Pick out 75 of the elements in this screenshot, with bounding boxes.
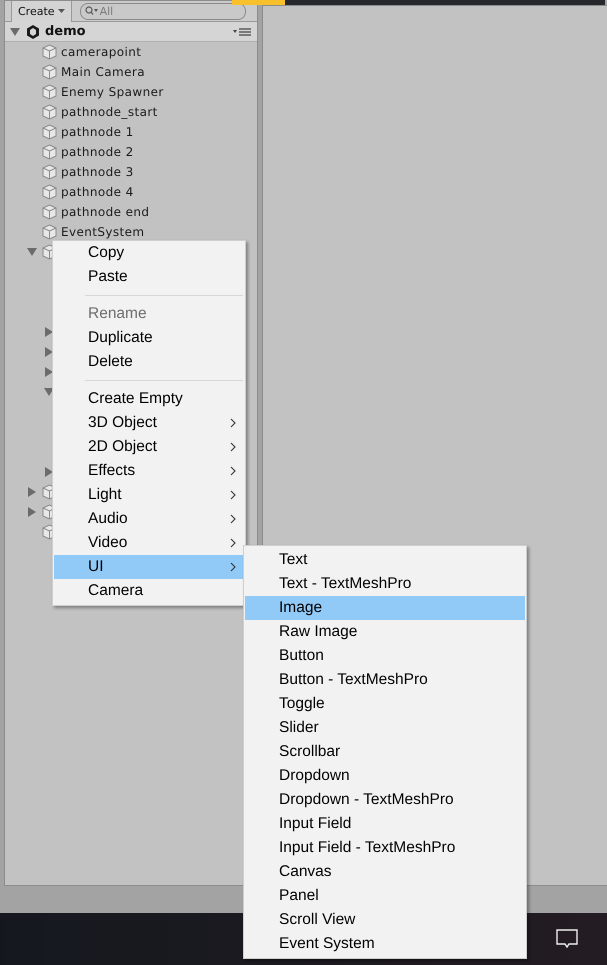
expanded-arrow-icon[interactable] [43, 386, 55, 398]
menu-item[interactable]: Slider [245, 716, 525, 740]
submenu-chevron-icon [230, 466, 236, 476]
menu-item[interactable]: Raw Image [245, 620, 525, 644]
cube-icon [42, 44, 57, 60]
menu-item[interactable]: Dropdown [245, 764, 525, 788]
menu-item[interactable]: Scroll View [245, 908, 525, 932]
menu-item[interactable]: Audio [54, 507, 244, 531]
submenu-chevron-icon [230, 562, 236, 572]
dropdown-caret-icon [58, 8, 65, 14]
cube-icon [42, 64, 57, 80]
submenu-chevron-icon [230, 514, 236, 524]
tree-item[interactable]: pathnode 2 [61, 145, 134, 159]
menu-item[interactable]: Image [245, 596, 525, 620]
tree-item[interactable]: EventSystem [61, 225, 145, 239]
scene-name: demo [45, 24, 86, 39]
collapsed-arrow-icon[interactable] [43, 366, 55, 378]
cube-icon [42, 204, 57, 220]
submenu-chevron-icon [230, 490, 236, 500]
cube-icon [42, 164, 57, 180]
menu-item[interactable]: Button [245, 644, 525, 668]
unity-logo-icon [25, 24, 41, 40]
collapsed-arrow-icon[interactable] [43, 346, 55, 358]
create-button[interactable]: Create [11, 1, 72, 22]
cube-icon [42, 124, 57, 140]
menu-item[interactable]: 2D Object [54, 435, 244, 459]
tree-item[interactable]: pathnode 1 [61, 125, 134, 139]
tree-item[interactable]: pathnode end [61, 205, 150, 219]
menu-item[interactable]: Delete [54, 350, 244, 374]
notification-icon[interactable] [556, 929, 578, 949]
menu-item[interactable]: Input Field [245, 812, 525, 836]
menu-item[interactable]: Canvas [245, 860, 525, 884]
collapsed-arrow-icon[interactable] [43, 466, 55, 478]
expanded-arrow-icon[interactable] [9, 26, 21, 38]
menu-item[interactable]: Toggle [245, 692, 525, 716]
tree-item[interactable]: pathnode 3 [61, 165, 134, 179]
menu-item[interactable]: Text - TextMeshPro [245, 572, 525, 596]
cube-icon [42, 84, 57, 100]
menu-item[interactable]: 3D Object [54, 411, 244, 435]
tree-item[interactable]: pathnode_start [61, 105, 158, 119]
menu-item[interactable]: Button - TextMeshPro [245, 668, 525, 692]
collapsed-arrow-icon[interactable] [43, 326, 55, 338]
tree-item[interactable]: Enemy Spawner [61, 85, 164, 99]
menu-item[interactable]: Video [54, 531, 244, 555]
submenu-chevron-icon [230, 442, 236, 452]
tree-item[interactable]: pathnode 4 [61, 185, 134, 199]
menu-item[interactable]: Panel [245, 884, 525, 908]
menu-item[interactable]: Event System [245, 932, 525, 956]
menu-item[interactable]: Duplicate [54, 326, 244, 350]
search-field[interactable]: All [100, 4, 238, 18]
cube-icon [42, 104, 57, 120]
menu-item[interactable]: UI [54, 555, 244, 579]
search-box[interactable]: All [80, 2, 246, 20]
submenu-chevron-icon [230, 538, 236, 548]
cube-icon [42, 184, 57, 200]
menu-item[interactable]: Paste [54, 265, 244, 289]
tree-item[interactable]: Main Camera [61, 65, 145, 79]
tab-highlight [232, 0, 285, 5]
menu-item[interactable]: Input Field - TextMeshPro [245, 836, 525, 860]
menu-item[interactable]: Camera [54, 579, 244, 603]
menu-item[interactable]: Create Empty [54, 387, 244, 411]
menu-item[interactable]: Text [245, 548, 525, 572]
submenu-chevron-icon [230, 418, 236, 428]
options-menu-icon[interactable] [233, 28, 251, 36]
tree-item[interactable]: camerapoint [61, 45, 142, 59]
menu-item[interactable]: Scrollbar [245, 740, 525, 764]
menu-item[interactable]: Copy [54, 241, 244, 265]
search-icon [84, 6, 99, 16]
menu-item[interactable]: Light [54, 483, 244, 507]
collapsed-arrow-icon[interactable] [26, 486, 38, 498]
collapsed-arrow-icon[interactable] [26, 506, 38, 518]
cube-icon [42, 144, 57, 160]
menu-item[interactable]: Effects [54, 459, 244, 483]
menu-item[interactable]: Dropdown - TextMeshPro [245, 788, 525, 812]
expanded-arrow-icon[interactable] [26, 246, 38, 258]
